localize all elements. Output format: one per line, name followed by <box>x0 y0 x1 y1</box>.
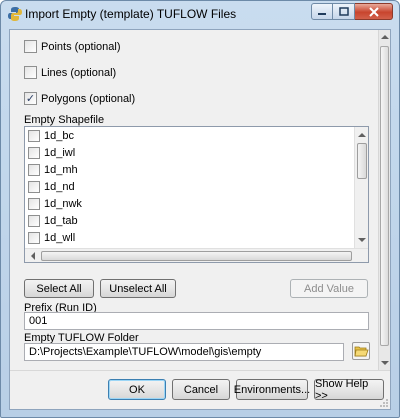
title-bar[interactable]: Import Empty (template) TUFLOW Files <box>1 1 399 27</box>
item-checkbox[interactable] <box>28 181 40 193</box>
list-item[interactable]: 1d_tab <box>28 214 78 228</box>
minimize-icon <box>318 12 326 15</box>
resize-grip-icon[interactable] <box>379 398 389 408</box>
open-folder-icon <box>354 346 369 357</box>
dialog-client-area: Points (optional) Lines (optional) ✓ Pol… <box>9 29 391 410</box>
unselect-all-button[interactable]: Unselect All <box>100 279 176 298</box>
item-checkbox[interactable] <box>28 164 40 176</box>
item-label: 1d_nd <box>44 181 75 193</box>
show-help-button[interactable]: Show Help >> <box>314 378 384 402</box>
list-horizontal-scrollbar[interactable] <box>25 248 368 262</box>
lines-option[interactable]: Lines (optional) <box>24 66 116 79</box>
select-all-button[interactable]: Select All <box>24 279 94 298</box>
dialog-window: Import Empty (template) TUFLOW Files Poi… <box>0 0 400 418</box>
item-label: 1d_mh <box>44 164 78 176</box>
scroll-down-icon[interactable] <box>381 361 389 365</box>
minimize-button[interactable] <box>311 3 333 20</box>
item-label: 1d_tab <box>44 215 78 227</box>
python-tool-icon <box>8 7 22 21</box>
shapefile-list: 1d_bc 1d_iwl 1d_mh 1d_nd 1d_nwk 1d_tab 1… <box>25 127 355 248</box>
maximize-button[interactable] <box>333 3 355 20</box>
environments-button[interactable]: Environments... <box>234 379 310 400</box>
browse-folder-button[interactable] <box>352 342 370 360</box>
folder-input[interactable]: D:\Projects\Example\TUFLOW\model\gis\emp… <box>24 343 344 361</box>
scroll-up-icon[interactable] <box>381 35 389 39</box>
list-vertical-thumb[interactable] <box>357 143 367 179</box>
panel-vertical-scrollbar[interactable] <box>378 30 390 370</box>
ok-button[interactable]: OK <box>108 379 166 400</box>
points-option[interactable]: Points (optional) <box>24 40 121 53</box>
list-item[interactable]: 1d_mh <box>28 163 78 177</box>
list-item[interactable]: 1d_bc <box>28 129 74 143</box>
polygons-option[interactable]: ✓ Polygons (optional) <box>24 92 135 105</box>
add-value-button[interactable]: Add Value <box>290 279 368 298</box>
shapefile-listbox[interactable]: 1d_bc 1d_iwl 1d_mh 1d_nd 1d_nwk 1d_tab 1… <box>24 126 369 263</box>
lines-label: Lines (optional) <box>41 66 117 79</box>
item-checkbox[interactable] <box>28 215 40 227</box>
list-item[interactable]: 1d_nd <box>28 180 75 194</box>
list-item[interactable]: 1d_wll <box>28 231 75 245</box>
list-vertical-scrollbar[interactable] <box>354 127 368 248</box>
dialog-button-bar: OK Cancel Environments... Show Help >> <box>10 370 390 409</box>
polygons-checkbox[interactable]: ✓ <box>24 92 37 105</box>
points-checkbox[interactable] <box>24 40 37 53</box>
close-icon <box>368 6 379 17</box>
parameters-panel: Points (optional) Lines (optional) ✓ Pol… <box>10 30 378 370</box>
maximize-icon <box>338 7 349 16</box>
list-item[interactable]: 1d_nwk <box>28 197 82 211</box>
points-label: Points (optional) <box>41 40 121 53</box>
item-checkbox[interactable] <box>28 147 40 159</box>
window-title: Import Empty (template) TUFLOW Files <box>25 7 237 21</box>
polygons-label: Polygons (optional) <box>41 92 136 105</box>
item-label: 1d_wll <box>44 232 76 244</box>
item-checkbox[interactable] <box>28 232 40 244</box>
item-checkbox[interactable] <box>28 130 40 142</box>
empty-shapefile-label: Empty Shapefile <box>24 114 105 126</box>
close-button[interactable] <box>355 3 393 20</box>
item-label: 1d_bc <box>44 130 74 142</box>
prefix-input[interactable]: 001 <box>24 312 369 330</box>
list-item[interactable]: 1d_iwl <box>28 146 75 160</box>
cancel-button[interactable]: Cancel <box>172 379 230 400</box>
lines-checkbox[interactable] <box>24 66 37 79</box>
list-horizontal-thumb[interactable] <box>41 251 352 261</box>
item-label: 1d_nwk <box>44 198 82 210</box>
item-checkbox[interactable] <box>28 198 40 210</box>
panel-vertical-thumb[interactable] <box>380 46 389 346</box>
item-label: 1d_iwl <box>44 147 76 159</box>
